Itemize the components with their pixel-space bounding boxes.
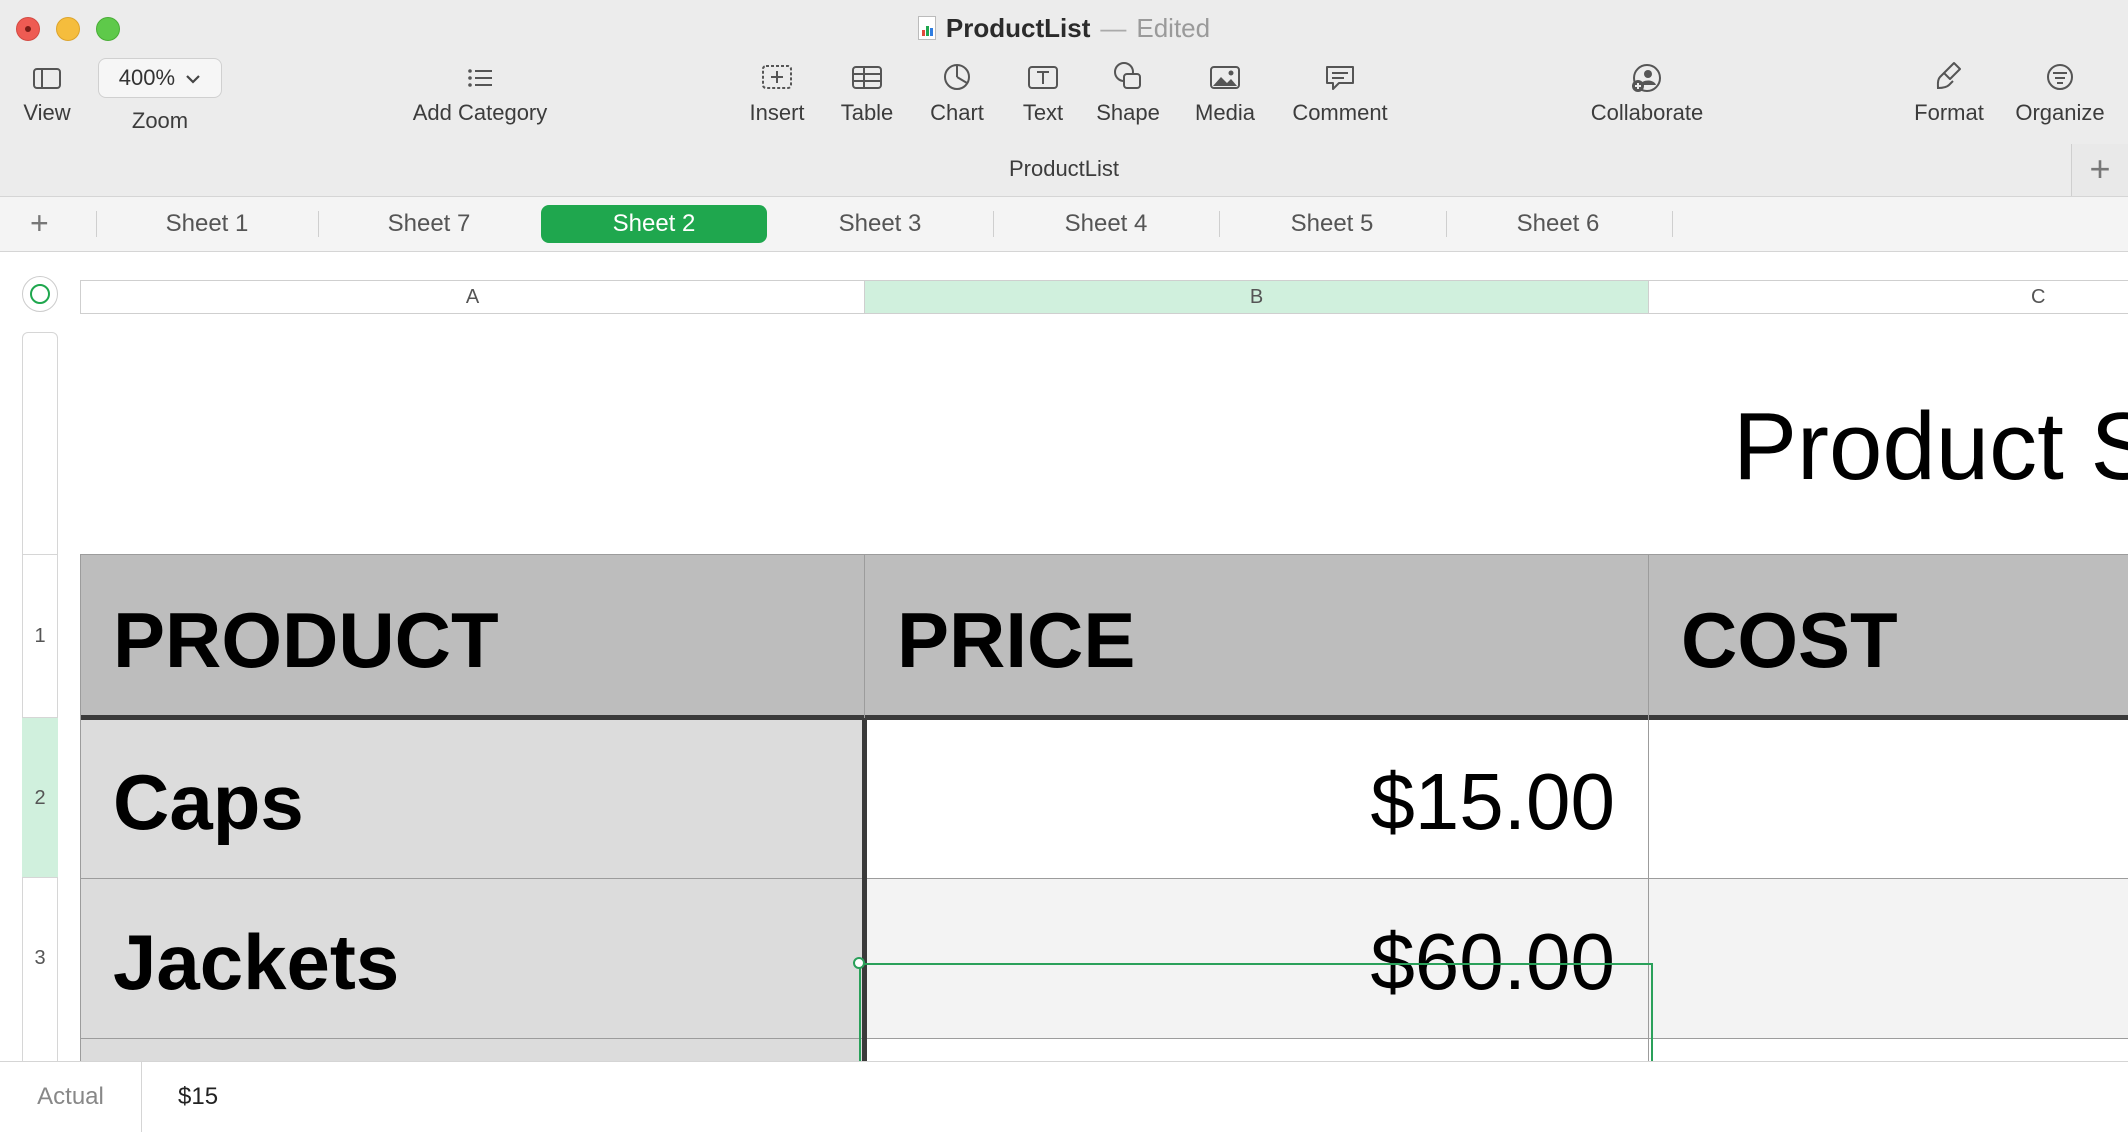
- cell-product-caps[interactable]: Caps: [81, 719, 865, 879]
- cell-selection: [859, 963, 1653, 1061]
- zoom-select[interactable]: 400%: [98, 58, 222, 98]
- row-header-1[interactable]: 1: [22, 554, 58, 717]
- cell-cost-row4[interactable]: [1649, 1039, 2128, 1061]
- list-icon: [468, 69, 492, 87]
- sheet-title[interactable]: Product S: [1733, 392, 2128, 502]
- column-header-a[interactable]: A: [80, 280, 865, 314]
- cell-reference[interactable]: Actual: [0, 1062, 142, 1132]
- photo-icon: [1210, 66, 1240, 89]
- tab-sheet-1[interactable]: Sheet 1: [94, 205, 320, 243]
- toolbar: ProductList — Edited View 400% Zoom Add …: [0, 0, 2128, 196]
- sidebar-icon: [33, 68, 61, 89]
- table-icon: [852, 66, 882, 89]
- header-product-text: PRODUCT: [113, 596, 499, 684]
- row-header-3[interactable]: 3: [22, 877, 58, 1037]
- selection-handle-top-left[interactable]: [853, 957, 865, 969]
- header-price-text: PRICE: [897, 596, 1136, 684]
- paintbrush-icon: [1936, 62, 1961, 90]
- column-header-c[interactable]: C: [1648, 280, 2128, 314]
- collaborate-label: Collaborate: [1590, 100, 1704, 125]
- shape-button[interactable]: Shape: [1092, 58, 1164, 126]
- formula-bar: Actual $15: [0, 1061, 2128, 1132]
- media-button[interactable]: Media: [1188, 58, 1262, 126]
- header-cost-text: COST: [1681, 596, 1898, 684]
- grid-line: [80, 554, 81, 1061]
- title-separator: —: [1100, 13, 1127, 43]
- shape-icon: [1114, 62, 1141, 89]
- format-button[interactable]: Format: [1908, 58, 1990, 126]
- price-value: $15.00: [1370, 757, 1615, 846]
- header-cell-price[interactable]: PRICE: [865, 555, 1649, 717]
- column-header-c-label: C: [2031, 286, 2046, 308]
- insert-button[interactable]: Insert: [742, 58, 812, 126]
- sheet-tab-bar: + Sheet 1 Sheet 7 Sheet 2 Sheet 3 Sheet …: [0, 196, 2128, 252]
- add-button[interactable]: +: [2071, 144, 2128, 196]
- organize-button[interactable]: Organize: [2010, 58, 2110, 126]
- zoom-label: Zoom: [131, 108, 189, 133]
- add-category-button[interactable]: Add Category: [400, 58, 560, 126]
- text-button[interactable]: Text: [1008, 58, 1078, 126]
- table-button[interactable]: Table: [832, 58, 902, 126]
- shape-label: Shape: [1096, 100, 1160, 125]
- tab-sheet-7[interactable]: Sheet 7: [316, 205, 542, 243]
- view-label: View: [23, 100, 71, 125]
- product-name: Jackets: [113, 918, 400, 1006]
- tab-divider: [1672, 211, 1673, 237]
- format-label: Format: [1914, 100, 1984, 125]
- row-header-2[interactable]: 2: [22, 717, 58, 877]
- media-label: Media: [1195, 100, 1255, 125]
- header-cell-cost[interactable]: COST: [1649, 555, 2128, 717]
- tab-sheet-3[interactable]: Sheet 3: [767, 205, 993, 243]
- chart-button[interactable]: Chart: [922, 58, 992, 126]
- tab-sheet-6[interactable]: Sheet 6: [1445, 205, 1671, 243]
- cell-cost-caps[interactable]: [1649, 719, 2128, 879]
- insert-label: Insert: [749, 100, 805, 125]
- grid-line: [864, 554, 865, 718]
- sheet-canvas[interactable]: A B C 1 2 3 Product S PRODUCT PRICE COST…: [0, 252, 2128, 1061]
- column-header-b[interactable]: B: [864, 280, 1649, 314]
- document-name: ProductList: [945, 13, 1091, 43]
- comment-button[interactable]: Comment: [1284, 58, 1396, 126]
- cell-product-jackets[interactable]: Jackets: [81, 879, 865, 1039]
- collaborate-icon: [1632, 64, 1661, 92]
- cell-price-caps[interactable]: $15.00: [865, 719, 1649, 879]
- select-table-button[interactable]: [22, 276, 58, 312]
- collaborate-button[interactable]: Collaborate: [1580, 58, 1714, 126]
- cell-product-row4[interactable]: [81, 1039, 865, 1061]
- text-label: Text: [1022, 100, 1064, 125]
- insert-icon: [762, 65, 792, 89]
- text-box-icon: [1028, 66, 1058, 89]
- cell-cost-jackets[interactable]: [1649, 879, 2128, 1039]
- chevron-down-icon: [186, 75, 200, 84]
- edited-status: Edited: [1136, 13, 1211, 43]
- numbers-document-icon: [917, 16, 936, 40]
- header-cell-product[interactable]: PRODUCT: [81, 555, 865, 717]
- grid-line: [80, 554, 2128, 555]
- grid-line: [80, 878, 2128, 879]
- product-name: Caps: [113, 758, 304, 846]
- view-button[interactable]: View: [18, 58, 76, 126]
- organize-label: Organize: [2015, 100, 2105, 125]
- comment-label: Comment: [1292, 100, 1388, 125]
- add-category-label: Add Category: [412, 100, 548, 125]
- header-divider: [80, 715, 2128, 720]
- numbers-window: ProductList — Edited View 400% Zoom Add …: [0, 0, 2128, 1132]
- pie-chart-icon: [944, 64, 970, 90]
- document-subtitle: ProductList: [1008, 156, 1120, 181]
- add-sheet-button[interactable]: +: [30, 205, 49, 241]
- chart-label: Chart: [930, 100, 984, 125]
- tab-sheet-4[interactable]: Sheet 4: [993, 205, 1219, 243]
- window-title: ProductList — Edited: [0, 12, 2128, 44]
- tab-sheet-2[interactable]: Sheet 2: [541, 205, 767, 243]
- zoom-value: 400%: [118, 65, 176, 90]
- table-label: Table: [840, 100, 894, 125]
- formula-value[interactable]: $15: [178, 1062, 218, 1132]
- comment-icon: [1326, 66, 1354, 90]
- tab-sheet-5[interactable]: Sheet 5: [1219, 205, 1445, 243]
- filter-icon: [2047, 64, 2073, 90]
